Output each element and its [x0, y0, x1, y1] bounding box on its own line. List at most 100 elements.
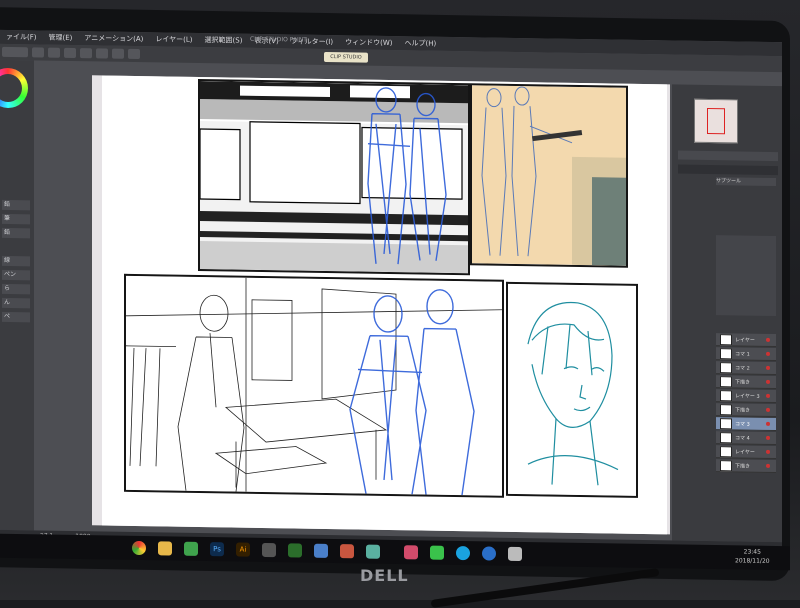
color-wheel[interactable] [0, 67, 28, 109]
clip-studio-icon[interactable] [366, 544, 380, 559]
chrome-icon[interactable] [132, 540, 146, 556]
comic-panel-4[interactable] [506, 281, 638, 498]
layer-thumbnail [720, 431, 732, 443]
app-window: ァイル(F) 管理(E) アニメーション(A) レイヤー(L) 選択範囲(S) … [0, 29, 782, 555]
visibility-icon[interactable] [766, 449, 770, 454]
undo-icon[interactable] [64, 47, 76, 59]
layer-thumbnail [720, 375, 732, 387]
subtool-item[interactable]: 鉛 [2, 199, 30, 211]
comic-panel-3[interactable] [124, 273, 504, 498]
menu-animation[interactable]: アニメーション(A) [78, 33, 149, 44]
layer-name: 下描き [735, 378, 751, 386]
layer-row[interactable]: 下描き [716, 375, 776, 390]
notes-icon[interactable] [508, 546, 522, 561]
redo-icon[interactable] [80, 48, 92, 59]
layer-row[interactable]: コマ 4 [716, 431, 776, 446]
xbox-icon[interactable] [288, 543, 302, 558]
layer-row[interactable]: レイヤー [716, 333, 776, 348]
maps-icon[interactable] [314, 543, 328, 558]
media-icon[interactable] [340, 544, 354, 559]
window-title: CLIP STUDIO PAINT [250, 35, 307, 44]
menu-edit[interactable]: 管理(E) [43, 33, 79, 44]
new-file-button[interactable] [2, 46, 28, 58]
layer-thumbnail [720, 347, 732, 359]
menu-help[interactable]: ヘルプ(H) [398, 38, 442, 49]
layer-thumbnail [720, 417, 732, 429]
layer-thumbnail [720, 445, 732, 457]
visibility-icon[interactable] [766, 435, 770, 440]
layer-name: 下描き [735, 462, 751, 470]
visibility-icon[interactable] [766, 365, 770, 370]
visibility-icon[interactable] [766, 337, 770, 342]
layer-thumbnail [720, 361, 732, 373]
transform-icon[interactable] [128, 48, 140, 60]
subtool-item[interactable]: ら [2, 283, 30, 295]
panel-3-drawing [125, 275, 503, 496]
navigator-preview[interactable] [694, 98, 738, 144]
clip-studio-button[interactable]: CLIP STUDIO [324, 51, 368, 63]
skype-icon[interactable] [456, 545, 470, 561]
subtool-item[interactable]: ペン [2, 269, 30, 281]
calculator-icon[interactable] [262, 542, 276, 558]
manga-page[interactable] [102, 75, 667, 535]
canvas-area[interactable] [92, 75, 670, 535]
subtool-item[interactable]: ん [2, 297, 30, 309]
subtool-header [678, 164, 778, 176]
system-clock[interactable]: 23:45 2018/11/20 [735, 547, 770, 566]
layer-thumbnail [720, 403, 732, 415]
layer-row[interactable]: 下描き [716, 459, 776, 474]
dell-logo: DELL [360, 566, 409, 585]
panel-1-drawing [199, 80, 468, 274]
folder-icon[interactable] [158, 541, 172, 556]
tool-property-box[interactable] [716, 235, 776, 317]
visibility-icon[interactable] [766, 379, 770, 384]
layer-name: コマ 3 [735, 420, 750, 428]
panel-2-drawing [472, 85, 626, 266]
menu-file[interactable]: ァイル(F) [0, 32, 43, 43]
layer-row[interactable]: 下描き [716, 403, 776, 418]
layer-thumbnail [720, 459, 732, 471]
menu-window[interactable]: ウィンドウ(W) [339, 37, 398, 48]
clear-icon[interactable] [96, 48, 108, 59]
subtool-label: サブツール [716, 177, 776, 187]
comic-panel-1[interactable] [198, 78, 470, 276]
navigator-controls[interactable] [678, 150, 778, 162]
menu-selection[interactable]: 選択範囲(S) [199, 35, 249, 46]
save-icon[interactable] [48, 47, 60, 58]
color-tool-panel: 鉛 筆 鉛 線 ペン ら ん ペ [0, 59, 34, 531]
visibility-icon[interactable] [766, 393, 770, 398]
layer-row[interactable]: レイヤー [716, 445, 776, 460]
comic-panel-2[interactable] [470, 83, 628, 268]
layer-name: 下描き [735, 406, 751, 414]
browser-icon[interactable] [482, 546, 496, 561]
visibility-icon[interactable] [766, 407, 770, 412]
paint-icon[interactable] [404, 545, 418, 560]
layer-row-selected[interactable]: コマ 3 [716, 417, 776, 432]
menu-layer[interactable]: レイヤー(L) [149, 34, 198, 45]
panel-4-drawing [508, 283, 636, 496]
fill-icon[interactable] [112, 48, 124, 59]
visibility-icon[interactable] [766, 463, 770, 468]
illustrator-icon[interactable]: Ai [236, 542, 250, 557]
subtool-item[interactable]: ペ [2, 311, 30, 323]
layer-row[interactable]: レイヤー 3 [716, 389, 776, 404]
photoshop-icon[interactable]: Ps [210, 542, 224, 557]
layer-thumbnail [720, 333, 732, 345]
layer-row[interactable]: コマ 2 [716, 361, 776, 376]
layer-name: レイヤー [735, 448, 755, 456]
subtool-item[interactable]: 鉛 [2, 227, 30, 239]
subtool-item[interactable]: 筆 [2, 213, 30, 225]
chat-icon[interactable] [430, 545, 444, 560]
layer-name: コマ 4 [735, 434, 750, 442]
layer-name: レイヤー [735, 336, 755, 344]
photos-icon[interactable] [184, 541, 198, 556]
subtool-item[interactable]: 線 [2, 255, 30, 267]
layer-row[interactable]: コマ 1 [716, 347, 776, 362]
layer-thumbnail [720, 389, 732, 401]
visibility-icon[interactable] [766, 421, 770, 426]
layer-name: コマ 2 [735, 364, 750, 372]
open-icon[interactable] [32, 47, 44, 58]
visibility-icon[interactable] [766, 351, 770, 356]
layer-name: コマ 1 [735, 350, 750, 358]
